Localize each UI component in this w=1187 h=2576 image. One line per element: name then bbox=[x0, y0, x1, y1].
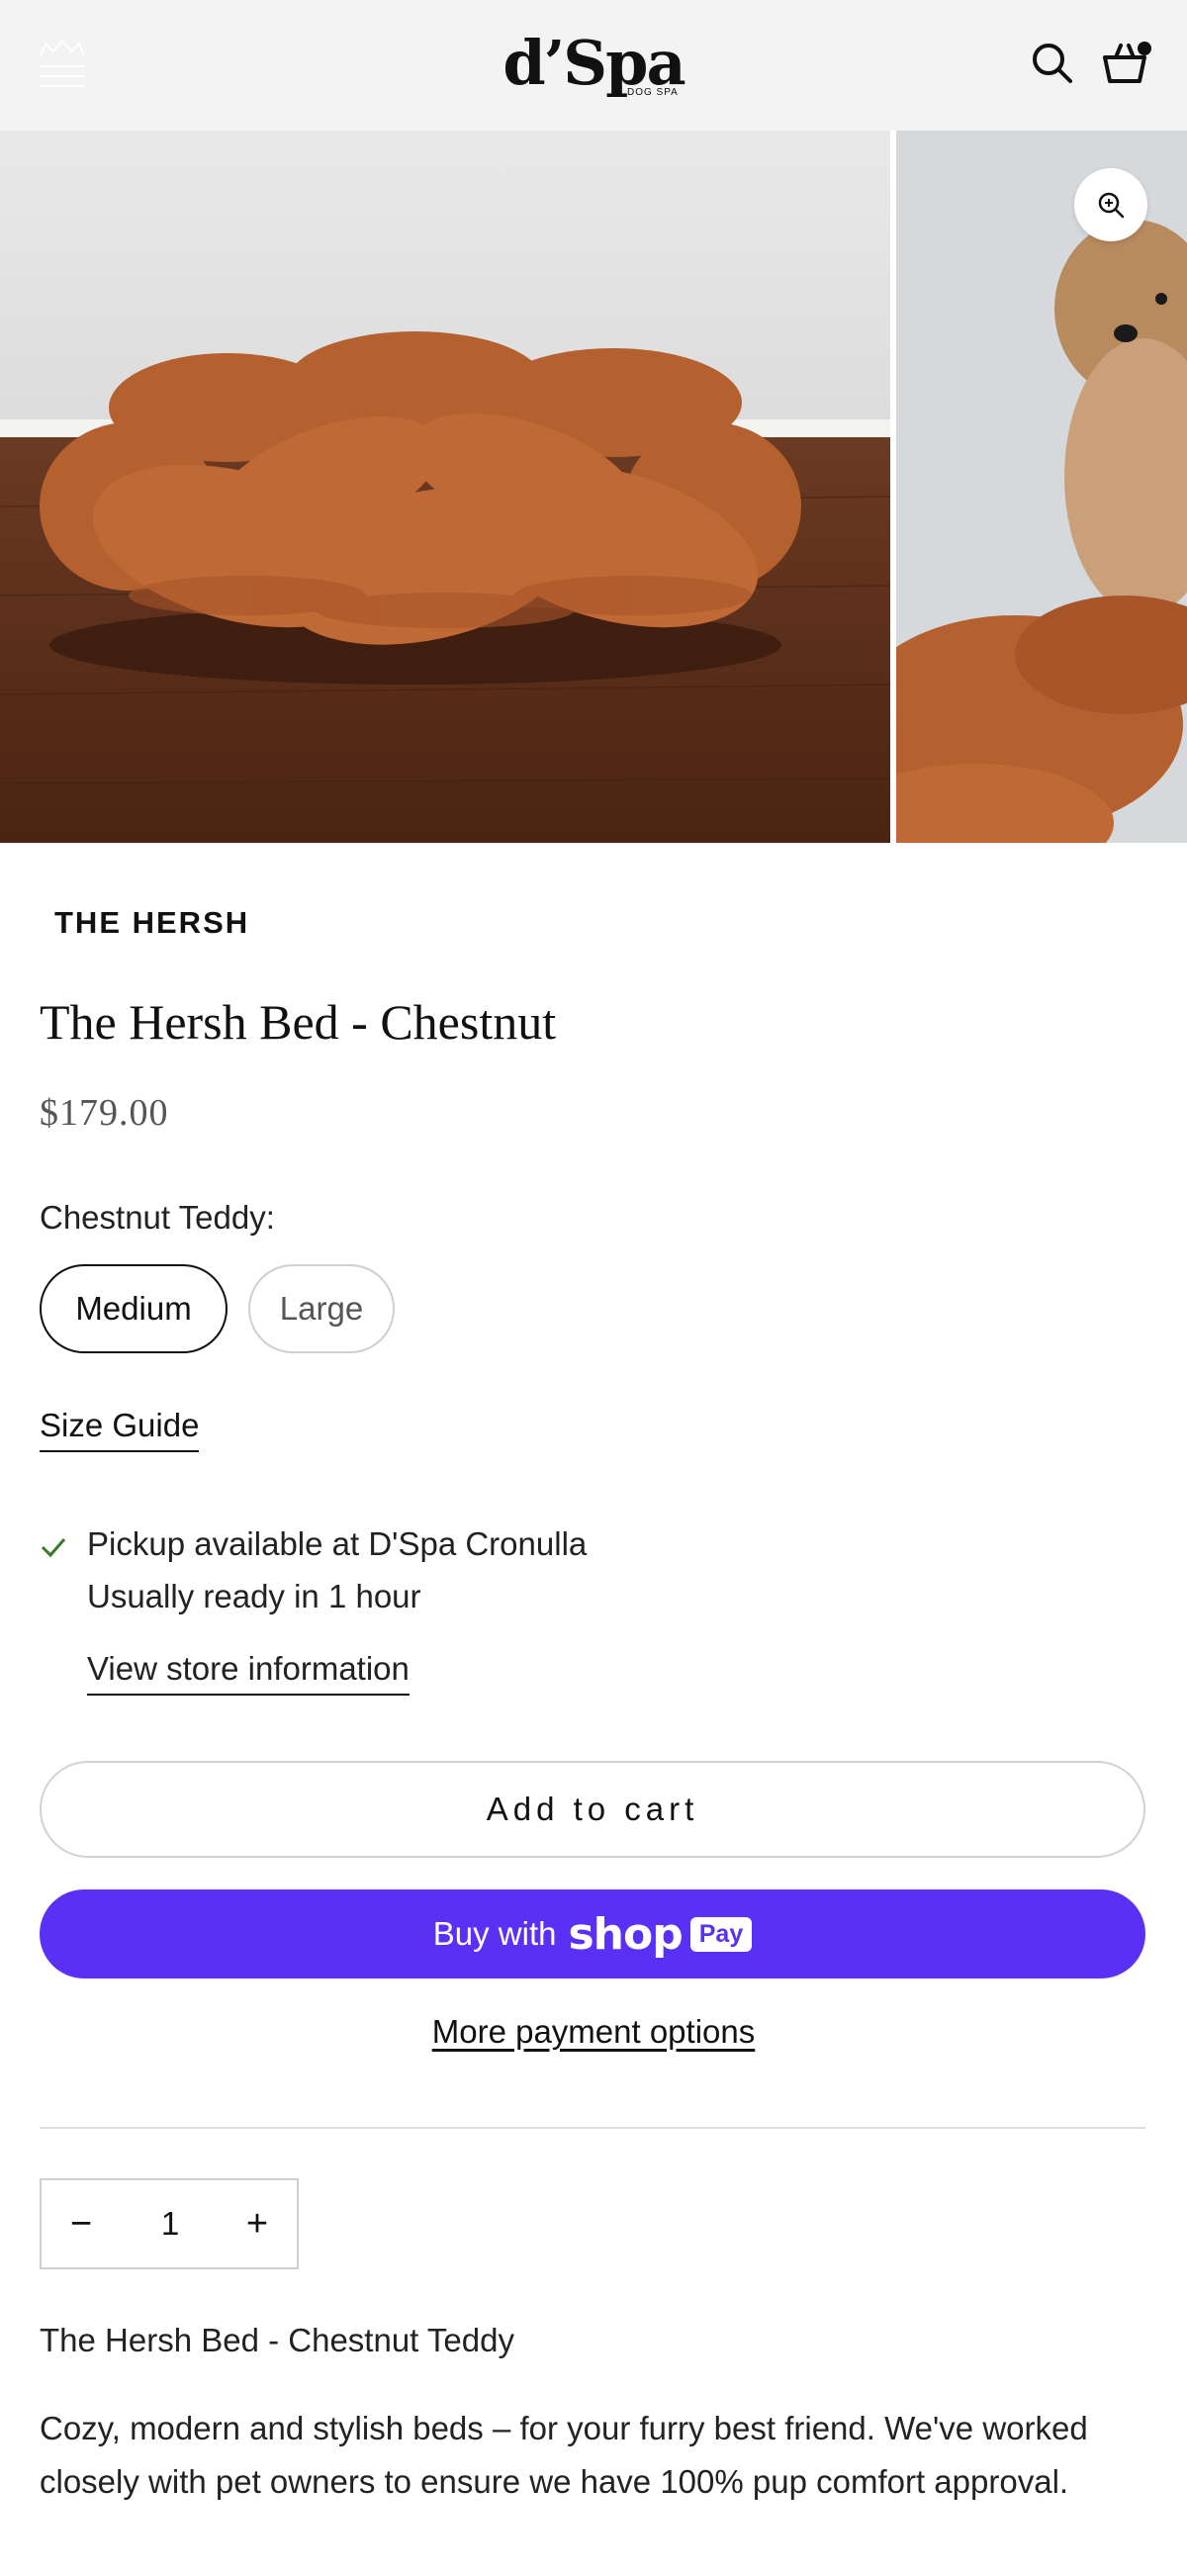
divider bbox=[40, 2127, 1145, 2129]
description-body: Cozy, modern and stylish beds – for your… bbox=[40, 2410, 1088, 2500]
buy-with-label: Buy with bbox=[432, 1915, 557, 1952]
shop-logo: shop bbox=[568, 1908, 683, 1960]
search-icon bbox=[1033, 44, 1072, 83]
shop-pay-button[interactable]: Buy with shop Pay bbox=[40, 1889, 1145, 1978]
pickup-availability: Pickup available at D'Spa Cronulla bbox=[87, 1525, 588, 1562]
more-payment-options-link[interactable]: More payment options bbox=[0, 2013, 1187, 2051]
zoom-button[interactable] bbox=[1074, 168, 1147, 241]
menu-line-icon bbox=[40, 75, 85, 77]
zoom-in-icon bbox=[1098, 192, 1125, 219]
product-price: $179.00 bbox=[40, 1092, 169, 1134]
search-button[interactable] bbox=[1029, 40, 1076, 87]
cart-count-badge bbox=[1138, 42, 1151, 55]
product-gallery[interactable] bbox=[0, 131, 1187, 843]
product-image-braided-bed[interactable] bbox=[0, 131, 890, 843]
quantity-increase-button[interactable]: + bbox=[218, 2180, 297, 2267]
variant-label: Chestnut Teddy: bbox=[40, 1199, 275, 1236]
product-title: The Hersh Bed - Chestnut bbox=[40, 994, 557, 1050]
quantity-input[interactable]: 1 bbox=[121, 2180, 220, 2267]
menu-line-icon bbox=[40, 65, 85, 67]
pickup-ready-time: Usually ready in 1 hour bbox=[87, 1578, 421, 1614]
quantity-decrease-button[interactable]: − bbox=[42, 2180, 121, 2267]
description-title: The Hersh Bed - Chestnut Teddy bbox=[40, 2322, 514, 2358]
menu-button[interactable] bbox=[40, 40, 85, 89]
product-image-dog-on-bed[interactable] bbox=[896, 131, 1187, 843]
view-store-information-link[interactable]: View store information bbox=[87, 1650, 410, 1696]
menu-line-icon bbox=[40, 85, 85, 87]
add-to-cart-button[interactable]: Add to cart bbox=[40, 1761, 1145, 1858]
variant-option-medium[interactable]: Medium bbox=[40, 1264, 228, 1353]
cart-button[interactable] bbox=[1100, 38, 1153, 89]
variant-option-large[interactable]: Large bbox=[248, 1264, 395, 1353]
crown-icon bbox=[40, 40, 85, 57]
check-icon bbox=[41, 1538, 66, 1558]
size-guide-link[interactable]: Size Guide bbox=[40, 1407, 200, 1452]
logo-tagline: DOG SPA bbox=[627, 87, 679, 98]
product-vendor: THE HERSH bbox=[54, 905, 250, 940]
site-logo[interactable]: d’Spa DOG SPA bbox=[495, 22, 692, 111]
site-header: d’Spa DOG SPA bbox=[0, 0, 1187, 131]
quantity-stepper: − 1 + bbox=[40, 2178, 299, 2269]
pay-badge: Pay bbox=[689, 1916, 753, 1952]
